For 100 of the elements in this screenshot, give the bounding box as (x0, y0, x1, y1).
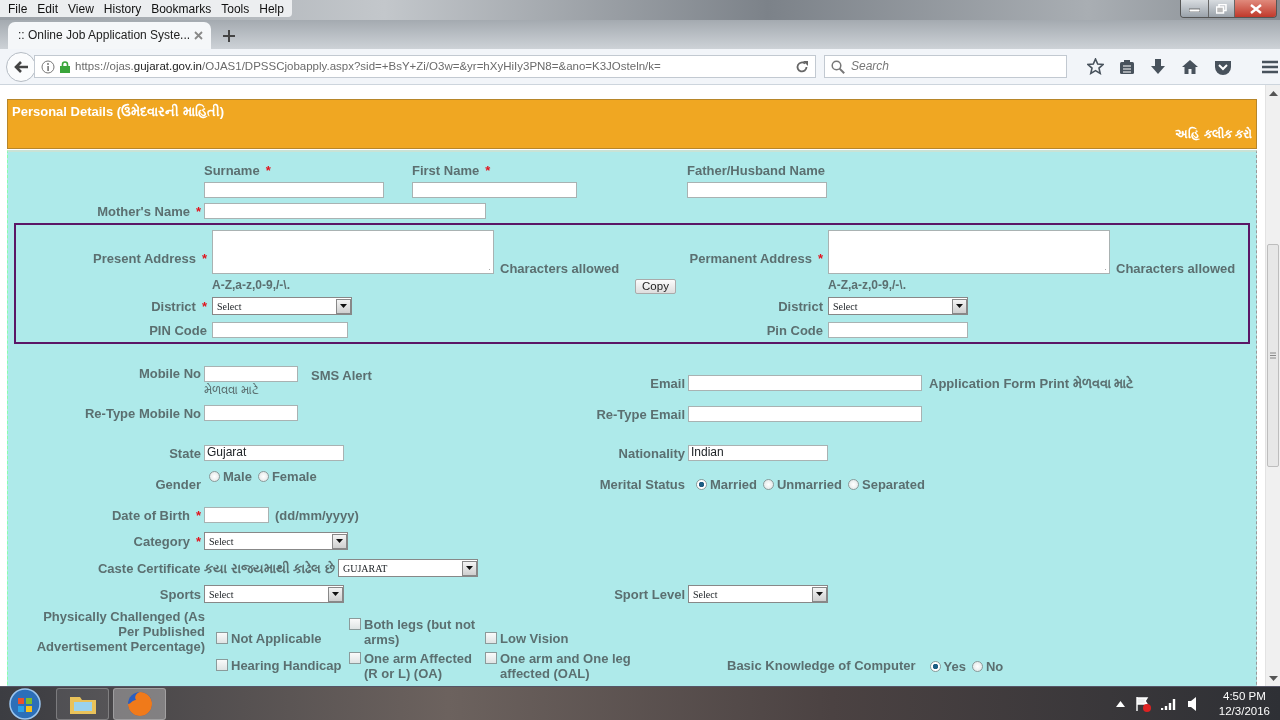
field-label: Basic Knowledge of Computer (727, 658, 916, 673)
option-label[interactable]: Yes (943, 659, 966, 674)
up-arrow-icon[interactable] (1115, 700, 1125, 707)
option-label[interactable]: Not Applicable (231, 630, 322, 646)
address-bar[interactable]: https://ojas.gujarat.gov.in/OJAS1/DPSSCjobapply.aspx?sid=+BsY+Zi/O3w=&yr=hXyHiIy3PN8=&ano=K3JOsteln/k= (34, 55, 816, 78)
allowed-characters: A-Z,a-z,0-9,/-\. (212, 278, 290, 293)
caret-icon (328, 586, 343, 602)
dropdown[interactable]: Select (688, 585, 828, 603)
required-indicator-text: * (201, 298, 207, 314)
back-arrow-icon (13, 59, 29, 74)
menu-item[interactable]: Help (254, 1, 289, 16)
option-label[interactable]: Female (271, 469, 317, 484)
file-explorer-taskbar-button[interactable] (56, 687, 109, 720)
close-icon[interactable] (194, 31, 203, 40)
field-label: Pin Code (766, 322, 823, 338)
menu-item[interactable]: File (3, 1, 33, 16)
radio-button[interactable] (209, 471, 220, 482)
signal-icon[interactable] (1160, 696, 1177, 711)
field-label: Caste Certificate કયા રાજયમાથી કાઢેલ છે (97, 560, 335, 576)
scroll-thumb[interactable] (1267, 244, 1279, 467)
text-field[interactable] (212, 322, 348, 338)
menu-icon[interactable] (1261, 59, 1279, 74)
required-indicator-text: * (195, 533, 201, 549)
option-label[interactable]: Married (710, 477, 757, 492)
option-label[interactable]: Hearing Handicap (231, 658, 342, 673)
dropdown[interactable]: Select (204, 532, 348, 550)
lock-icon[interactable] (60, 60, 70, 73)
text-field[interactable] (204, 405, 298, 421)
copy-button[interactable]: Copy (635, 278, 676, 294)
radio-button[interactable] (762, 479, 774, 490)
option-label[interactable]: One arm Affected (R or L) (OA) (364, 651, 485, 681)
checkbox[interactable] (485, 631, 497, 644)
browser-taskbar-button[interactable] (113, 687, 166, 720)
flag-icon[interactable] (1134, 695, 1151, 712)
menu-item[interactable]: History (98, 1, 147, 16)
text-area[interactable] (212, 230, 494, 274)
text-field[interactable] (688, 375, 922, 391)
option-label[interactable]: Separated (862, 477, 925, 492)
scroll-up-icon[interactable] (1268, 90, 1278, 96)
scrollbar[interactable] (1265, 85, 1280, 686)
pocket-icon[interactable] (1214, 58, 1232, 75)
option-label[interactable]: No (985, 659, 1004, 674)
clock[interactable]: 4:50 PM 12/3/2016 (1218, 688, 1270, 719)
text-field[interactable] (204, 182, 384, 198)
text-field[interactable]: Indian (688, 445, 828, 461)
option-label[interactable]: One arm and One leg affected (OAL) (500, 651, 631, 681)
option-label[interactable]: Both legs (but not arms) (364, 616, 485, 647)
close-icon (1249, 3, 1262, 14)
menu-item[interactable]: Bookmarks (146, 1, 217, 16)
field-label: Email (650, 375, 685, 391)
radio-button[interactable] (971, 661, 983, 672)
text-field[interactable] (204, 366, 298, 382)
menu-item[interactable]: Tools (216, 1, 255, 16)
field-label: Gender (155, 477, 201, 492)
menu-item[interactable]: Edit (32, 1, 64, 16)
text-field[interactable] (204, 507, 269, 523)
browser-tab[interactable]: :: Online Job Application Syste... (8, 22, 211, 49)
field-label: District (778, 298, 823, 314)
radio-button[interactable] (696, 479, 707, 490)
checkbox[interactable] (216, 631, 228, 644)
radio-button[interactable] (257, 471, 269, 482)
field-label: Present Address (93, 250, 196, 266)
radio-button[interactable] (929, 661, 941, 672)
option-label[interactable]: Male (223, 469, 252, 484)
reload-icon[interactable] (795, 59, 809, 74)
download-icon[interactable] (1150, 58, 1166, 75)
menu-item[interactable]: View (63, 1, 99, 16)
dropdown[interactable]: Select (212, 297, 352, 315)
text-field[interactable] (688, 406, 922, 422)
close-button[interactable] (1234, 0, 1276, 17)
option-label[interactable]: Unmarried (776, 477, 842, 492)
radio-button[interactable] (848, 479, 859, 490)
caret-icon (332, 533, 347, 549)
dropdown[interactable]: GUJARAT (338, 559, 478, 577)
speaker-icon[interactable] (1186, 695, 1197, 712)
checkbox[interactable] (216, 659, 228, 671)
text-field[interactable] (828, 322, 968, 338)
text-field[interactable] (412, 182, 577, 198)
text-field[interactable]: Gujarat (204, 445, 344, 461)
home-icon[interactable] (1181, 58, 1199, 75)
start-button[interactable] (7, 686, 43, 720)
info-icon[interactable] (41, 59, 55, 74)
text-area[interactable] (828, 230, 1110, 274)
option-label[interactable]: Low Vision (500, 630, 569, 646)
back-button[interactable] (6, 51, 36, 82)
plus-icon[interactable] (223, 30, 235, 42)
text-field[interactable] (204, 203, 486, 219)
field-label: Date of Birth (111, 507, 190, 523)
star-icon[interactable] (1087, 58, 1104, 75)
text-field[interactable] (687, 182, 827, 198)
restore-button[interactable] (1208, 0, 1234, 17)
checkbox[interactable] (349, 652, 361, 664)
reading-list-icon[interactable] (1119, 58, 1135, 75)
checkbox[interactable] (485, 652, 497, 664)
dropdown[interactable]: Select (828, 297, 968, 315)
checkbox[interactable] (349, 617, 361, 630)
required-indicator-text: * (195, 203, 201, 219)
search-field[interactable]: Search (824, 55, 1067, 78)
scroll-down-icon[interactable] (1268, 676, 1278, 682)
dropdown[interactable]: Select (204, 585, 344, 603)
